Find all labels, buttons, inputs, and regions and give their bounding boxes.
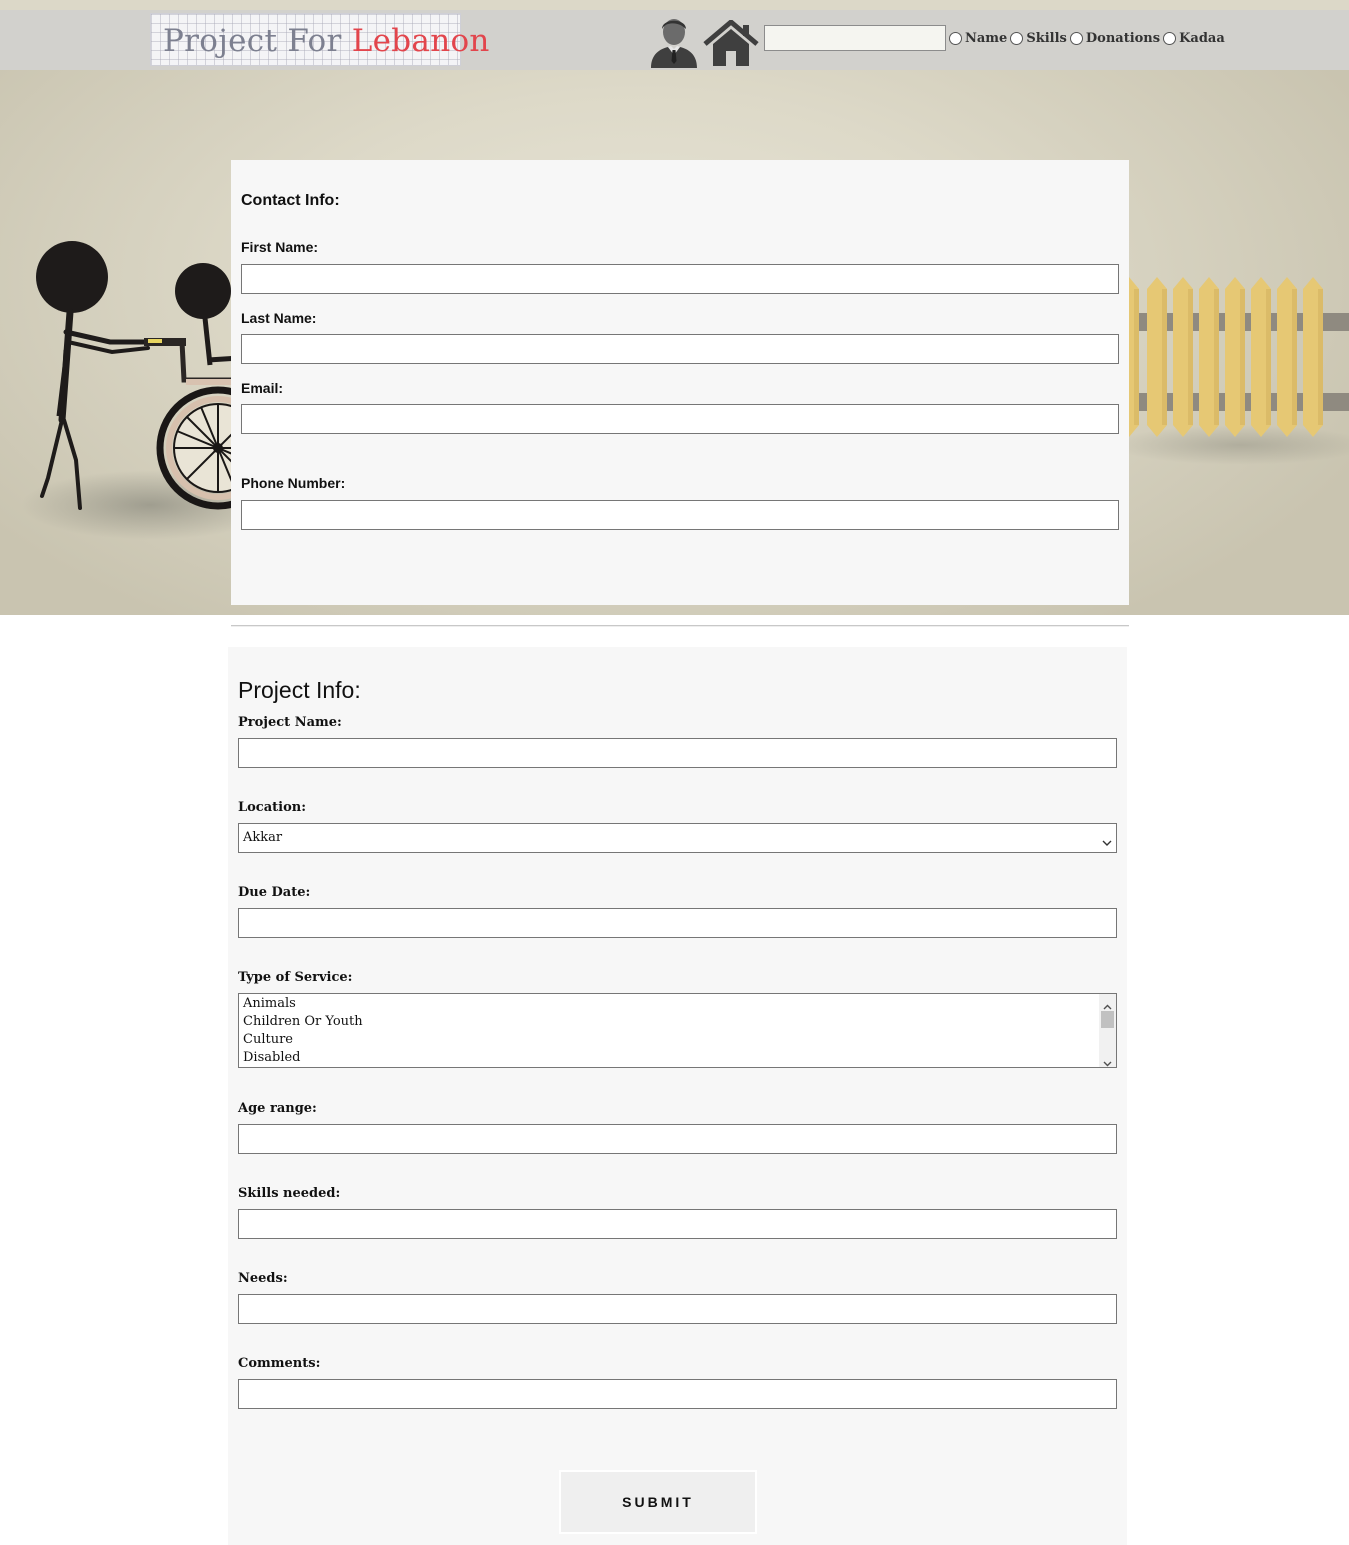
search-filter-group: Name Skills Donations Kadaa <box>949 28 1228 48</box>
project-info-panel: Project Info: Project Name: Location: Ak… <box>228 647 1127 1545</box>
due-date-field[interactable] <box>238 908 1117 938</box>
project-name-field[interactable] <box>238 738 1117 768</box>
age-range-label: Age range: <box>238 1101 317 1116</box>
project-name-label: Project Name: <box>238 715 342 730</box>
contact-info-heading: Contact Info: <box>241 192 340 209</box>
filter-name-option[interactable]: Name <box>949 31 1007 46</box>
skills-needed-field[interactable] <box>238 1209 1117 1239</box>
listbox-scrollbar[interactable] <box>1099 994 1116 1067</box>
service-type-label: Type of Service: <box>238 970 353 985</box>
filter-skills-label: Skills <box>1026 30 1067 46</box>
home-icon[interactable] <box>703 19 759 68</box>
email-field[interactable] <box>241 404 1119 434</box>
wheelchair-illustration <box>0 230 280 530</box>
service-type-listbox[interactable]: Animals Children Or Youth Culture Disabl… <box>238 993 1117 1068</box>
last-name-label: Last Name: <box>241 310 317 326</box>
needs-field[interactable] <box>238 1294 1117 1324</box>
needs-label: Needs: <box>238 1271 288 1286</box>
age-range-field[interactable] <box>238 1124 1117 1154</box>
first-name-label: First Name: <box>241 239 319 255</box>
contact-info-panel: Contact Info: First Name: Last Name: Ema… <box>231 160 1129 605</box>
filter-name-label: Name <box>965 30 1008 46</box>
location-selected-value: Akkar <box>243 830 283 845</box>
service-option[interactable]: Culture <box>243 1032 293 1047</box>
service-option[interactable]: Animals <box>243 996 296 1011</box>
logo-word-lebanon: Lebanon <box>351 23 490 59</box>
fence-illustration <box>1119 275 1349 445</box>
filter-kadaa-option[interactable]: Kadaa <box>1163 31 1225 46</box>
phone-number-label: Phone Number: <box>241 475 346 491</box>
chevron-down-icon[interactable] <box>1103 1053 1112 1067</box>
service-option[interactable]: Disabled <box>243 1050 301 1065</box>
due-date-label: Due Date: <box>238 885 311 900</box>
location-select[interactable]: Akkar <box>238 823 1117 853</box>
last-name-field[interactable] <box>241 334 1119 364</box>
comments-field[interactable] <box>238 1379 1117 1409</box>
filter-donations-radio[interactable] <box>1069 31 1083 45</box>
phone-number-field[interactable] <box>241 500 1119 530</box>
service-option[interactable]: Children Or Youth <box>243 1014 363 1029</box>
location-label: Location: <box>238 800 307 815</box>
filter-kadaa-radio[interactable] <box>1163 31 1177 45</box>
skills-needed-label: Skills needed: <box>238 1186 341 1201</box>
section-divider <box>231 625 1129 627</box>
comments-label: Comments: <box>238 1356 321 1371</box>
logo-word-project: Project For <box>163 23 342 59</box>
filter-donations-option[interactable]: Donations <box>1069 30 1161 46</box>
scrollbar-thumb[interactable] <box>1101 1011 1114 1028</box>
filter-skills-radio[interactable] <box>1010 31 1024 45</box>
filter-name-radio[interactable] <box>949 31 962 45</box>
submit-button[interactable]: SUBMIT <box>559 1470 757 1534</box>
chevron-down-icon <box>1102 833 1112 846</box>
person-icon[interactable] <box>648 14 700 68</box>
chevron-up-icon[interactable] <box>1103 997 1112 1010</box>
site-logo[interactable]: Project For Lebanon <box>150 13 489 66</box>
project-info-heading: Project Info: <box>238 677 361 703</box>
email-label: Email: <box>241 380 284 396</box>
filter-kadaa-label: Kadaa <box>1179 30 1225 46</box>
search-input[interactable] <box>764 25 946 51</box>
first-name-field[interactable] <box>241 264 1119 294</box>
site-header: Project For Lebanon Name Skills Donation… <box>0 0 1349 70</box>
filter-donations-label: Donations <box>1085 30 1161 46</box>
filter-skills-option[interactable]: Skills <box>1010 31 1067 46</box>
